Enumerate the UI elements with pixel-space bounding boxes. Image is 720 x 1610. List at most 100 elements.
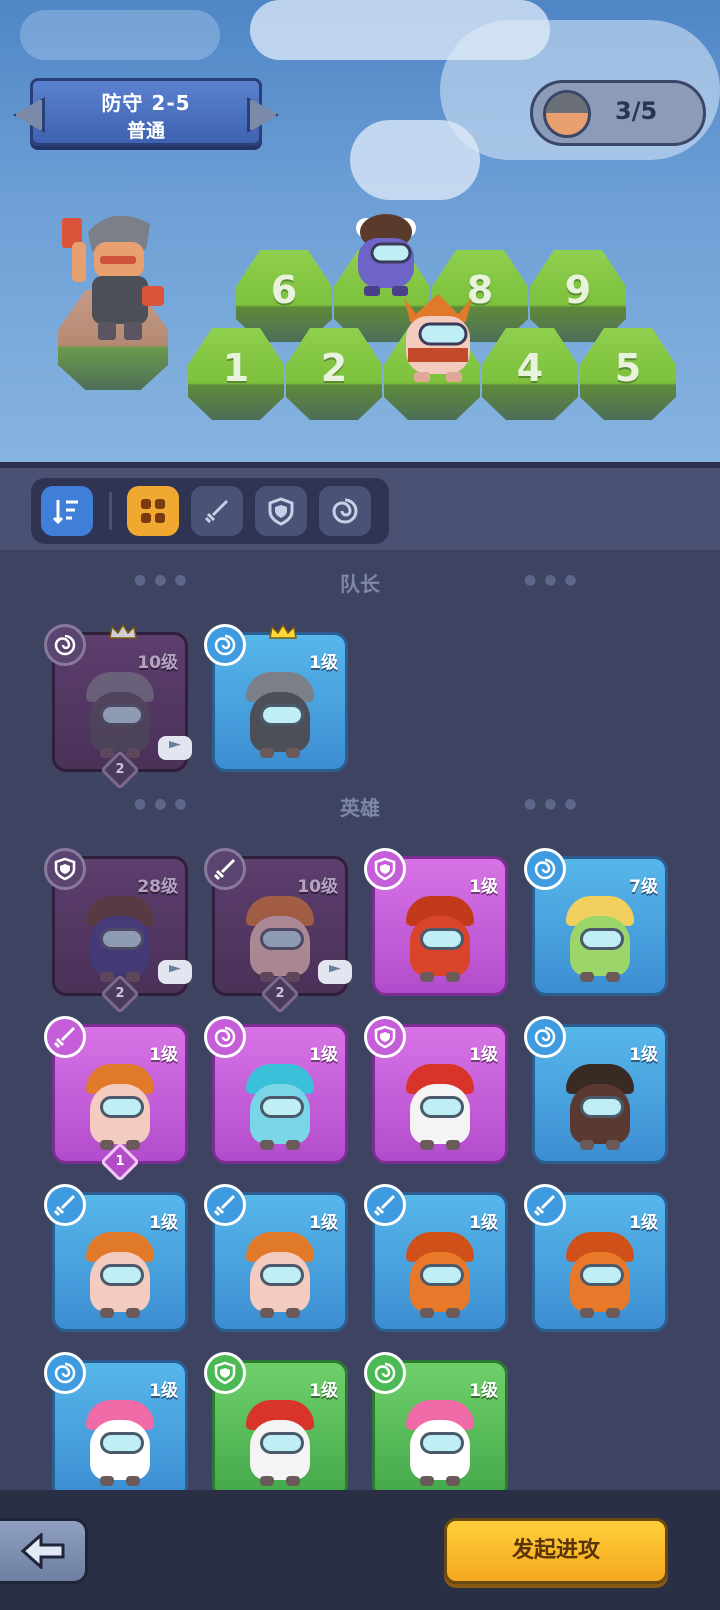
hero-card[interactable]: 1级 [204,1016,348,1164]
hero-portrait [240,668,320,760]
filter-defense-button[interactable] [255,486,307,536]
hero-level: 1级 [309,1213,338,1233]
leader-counter[interactable]: 3/5 [530,80,706,146]
hero-class-badge [524,1184,566,1226]
hero-class-badge [204,1352,246,1394]
hero-class-badge [204,624,246,666]
captain-card[interactable]: 10级 2 [44,623,192,790]
hero-card[interactable]: 1级 [364,1184,508,1332]
hero-card[interactable]: 7级 [524,848,668,996]
hero-level: 10级 [297,877,338,897]
swirl-icon [534,1026,556,1048]
placed-hero-girl[interactable] [346,210,426,300]
start-attack-button[interactable]: 发起进攻 [444,1518,668,1584]
hero-level: 1级 [149,1213,178,1233]
shield-icon [54,857,76,881]
hero-portrait [400,1060,480,1152]
hero-card[interactable]: 1级 [204,1352,348,1490]
hero-class-badge [364,848,406,890]
hero-card[interactable]: 1级 [364,848,508,996]
hero-level: 1级 [629,1045,658,1065]
swirl-icon [54,1362,76,1384]
hero-level: 1级 [309,653,338,673]
roster-panel: ●●● 队长 ●●● ●●● 英雄 ●●● 10级 2 1级 28级 2 10级 2 1级 7… [0,550,720,1490]
captain-section-title: 队长 [340,572,380,596]
back-arrow-icon [20,1533,64,1569]
hero-class-badge [44,624,86,666]
shield-icon [214,1361,236,1385]
filter-all-button[interactable] [127,486,179,536]
hero-card[interactable]: 1级 [204,1184,348,1332]
hero-class-badge [44,1352,86,1394]
hero-portrait [240,892,320,984]
hero-level: 7级 [629,877,658,897]
hero-portrait [560,1228,640,1320]
hero-level: 1级 [309,1381,338,1401]
sword-icon [373,1195,395,1217]
hero-card[interactable]: 1级 [364,1352,508,1490]
hero-portrait [400,892,480,984]
hero-card[interactable]: 1级 [44,1184,188,1332]
filter-attack-button[interactable] [191,486,243,536]
hero-class-badge [44,1016,86,1058]
hero-class-badge [204,848,246,890]
hero-card[interactable]: 1级 [524,1184,668,1332]
swirl-icon [332,498,358,524]
deployed-flag-icon [318,960,352,984]
hero-level: 28级 [137,877,178,897]
stage-title: 防守 2-5 [101,91,191,115]
hero-portrait [80,1396,160,1488]
back-button[interactable] [0,1518,88,1584]
hero-card[interactable]: 1级 1 [44,1016,188,1182]
hero-level: 1级 [469,877,498,897]
decor-dots: ●●● [524,796,585,812]
sword-icon [533,1195,555,1217]
stage-banner: 防守 2-5 普通 [30,78,262,146]
hero-portrait [560,1060,640,1152]
shield-icon [374,857,396,881]
swirl-icon [374,1362,396,1384]
hero-portrait [400,1228,480,1320]
hero-portrait [240,1060,320,1152]
hero-section-title: 英雄 [340,796,380,820]
hero-card[interactable]: 1级 [44,1352,188,1490]
hero-portrait [80,892,160,984]
hero-class-badge [44,1184,86,1226]
toolbar-separator [109,492,112,530]
sword-icon [213,859,235,881]
deployed-flag-icon [158,960,192,984]
hero-level: 1级 [469,1213,498,1233]
leader-character[interactable] [58,210,168,390]
hero-portrait [80,668,160,760]
footer-bar: 发起进攻 [0,1490,720,1610]
hero-card[interactable]: 28级 2 [44,848,192,1014]
hero-card[interactable]: 1级 [524,1016,668,1164]
hero-card[interactable]: 1级 [364,1016,508,1164]
hero-level: 1级 [149,1045,178,1065]
hero-class-badge [364,1016,406,1058]
battlefield: 防守 2-5 普通 3/5 6 8 9 1 2 4 5 [0,0,720,462]
captain-card[interactable]: 1级 [204,623,348,772]
swirl-icon [214,634,236,656]
deployed-flag-icon [158,736,192,760]
crown-icon [108,623,138,640]
shield-icon [268,497,294,526]
shield-icon [374,1025,396,1049]
placed-hero-tribal[interactable] [396,288,480,384]
hero-level: 1级 [149,1381,178,1401]
sword-icon [213,1195,235,1217]
crown-icon [268,623,298,640]
stage-difficulty: 普通 [126,120,165,142]
hero-portrait [560,892,640,984]
hero-level: 1级 [469,1045,498,1065]
filter-toolbar [31,478,389,544]
leader-count-value: 3/5 [615,97,658,125]
filter-magic-button[interactable] [319,486,371,536]
sort-button[interactable] [41,486,93,536]
hero-portrait [400,1396,480,1488]
hero-card[interactable]: 10级 2 [204,848,352,1014]
sword-icon [204,500,228,524]
leader-avatar-icon [543,90,591,138]
hero-level: 1级 [469,1381,498,1401]
hero-class-badge [44,848,86,890]
